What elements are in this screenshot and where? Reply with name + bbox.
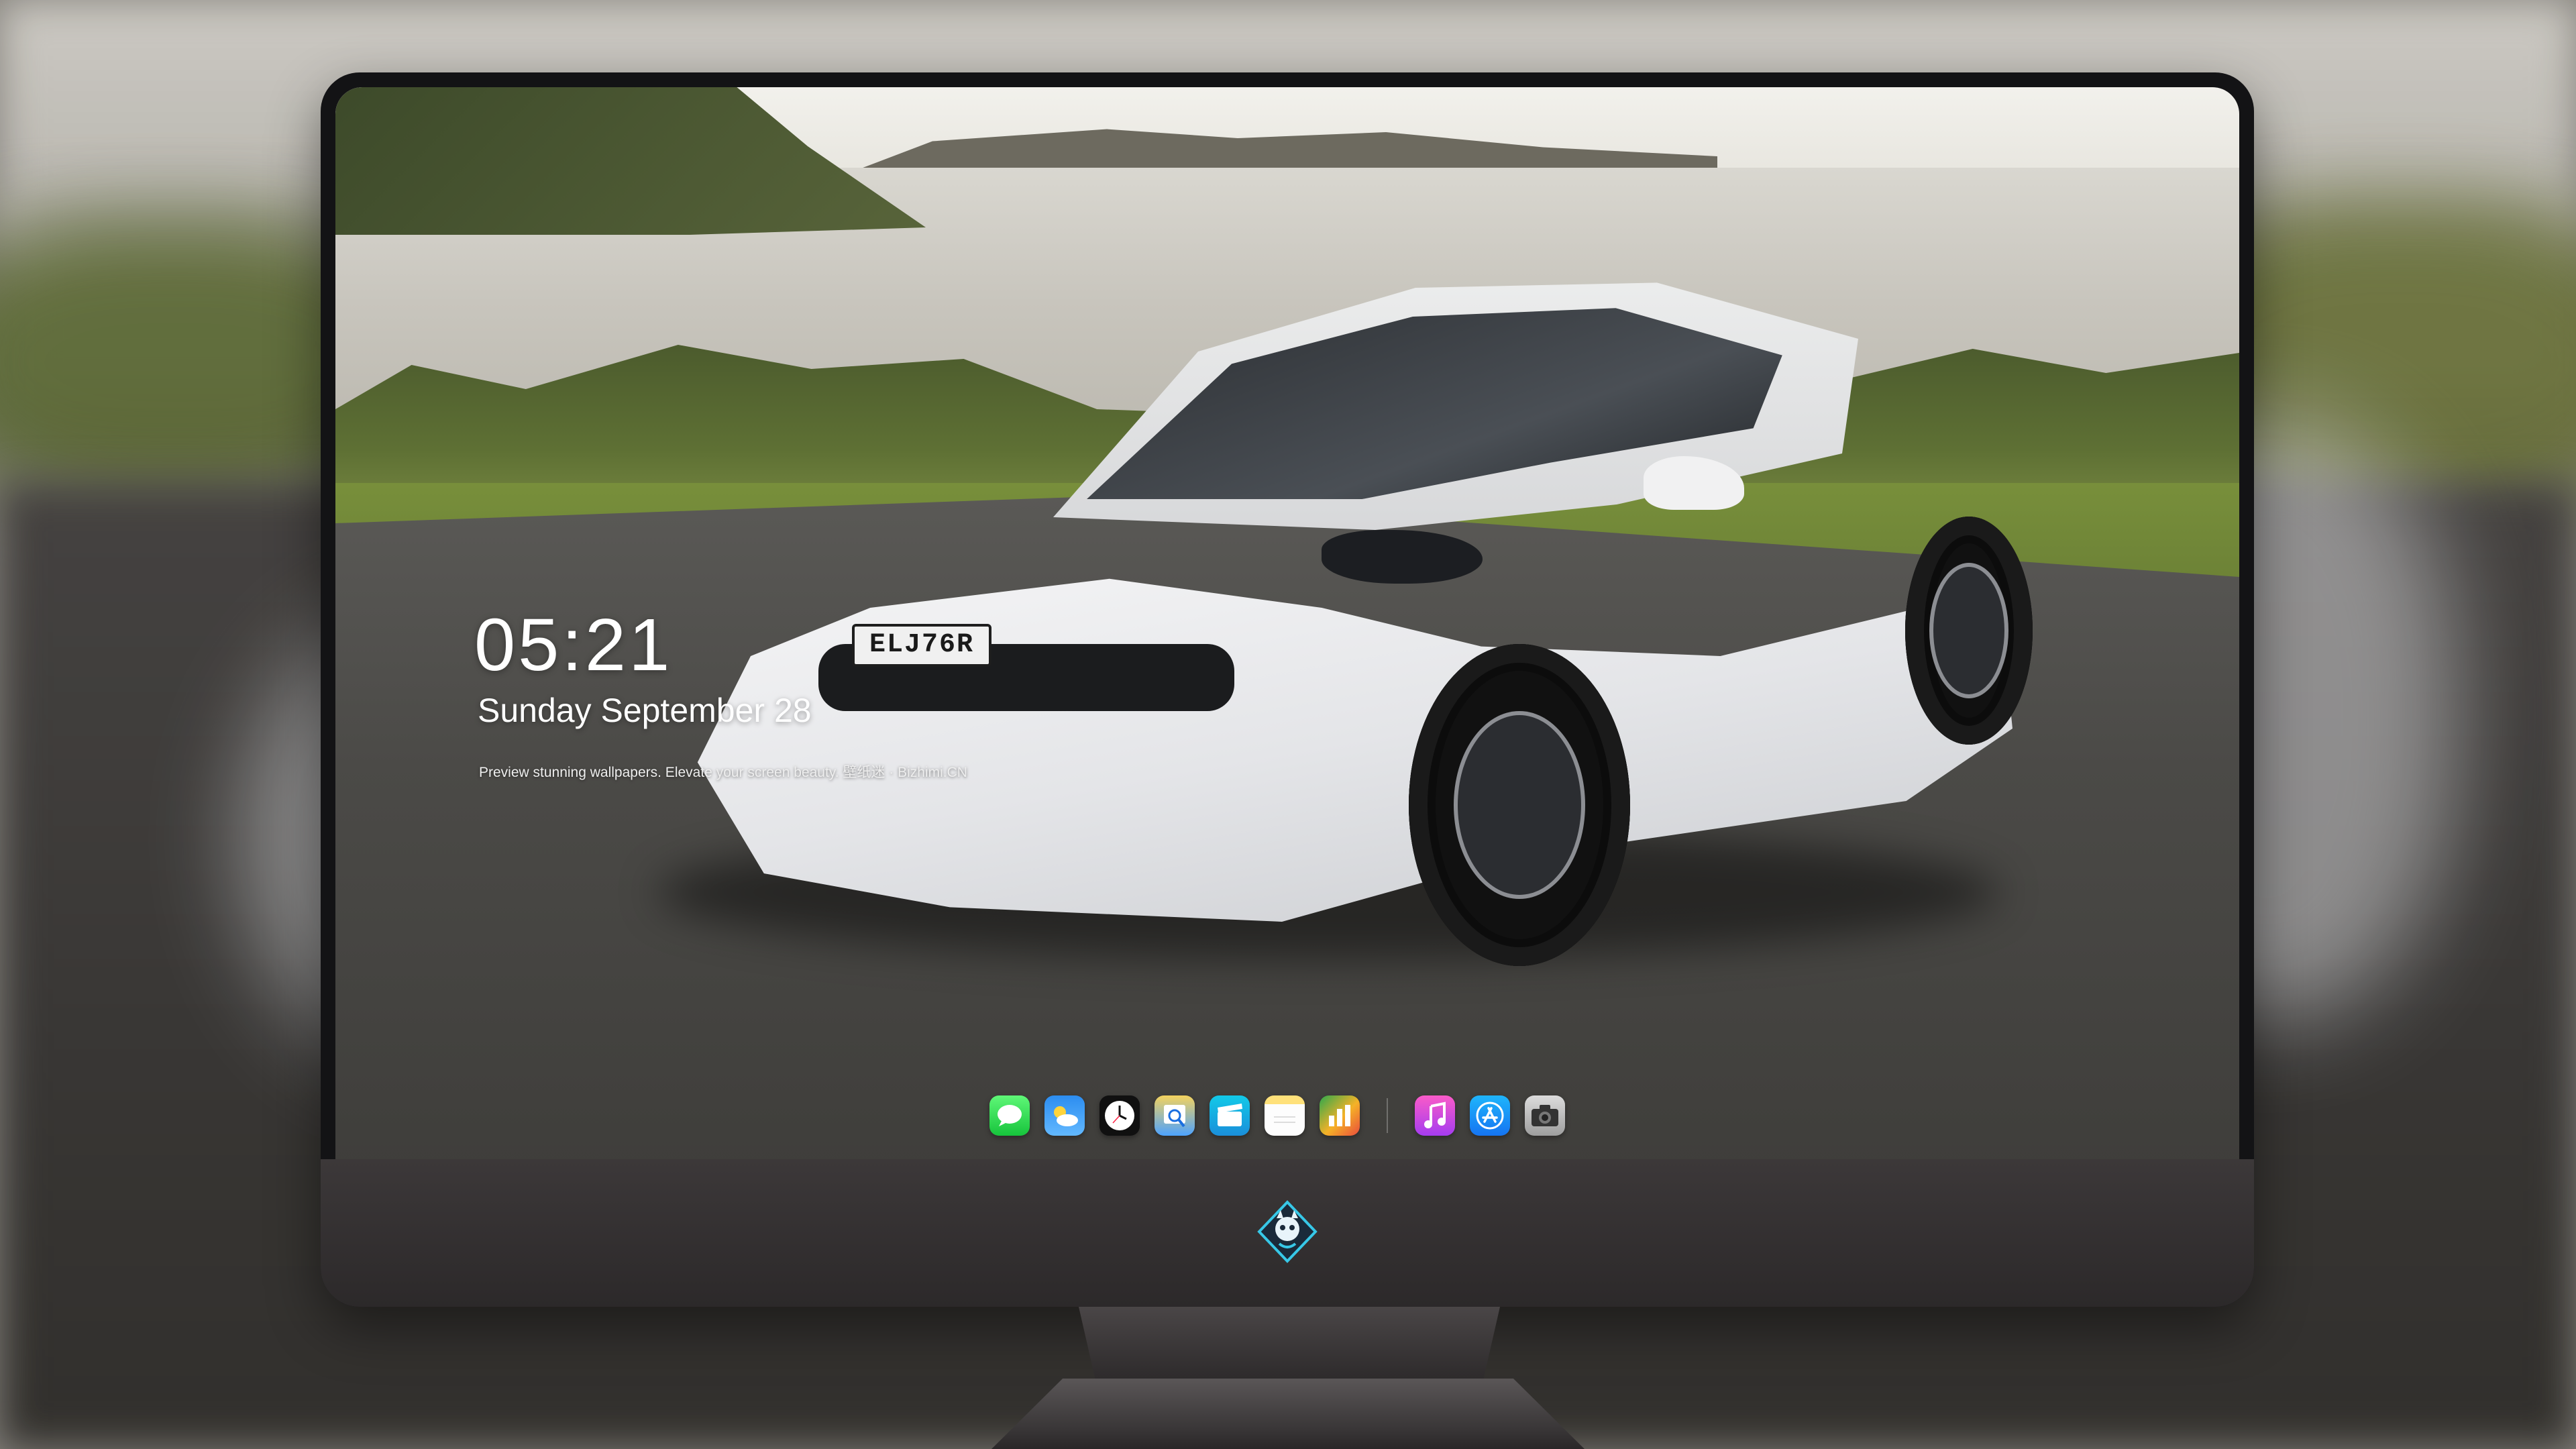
monitor-stand-neck [1079, 1307, 1500, 1381]
monitor: ELJ76R 05:21 Sunday September 28 Preview… [321, 72, 2254, 1307]
numbers-icon[interactable] [1320, 1095, 1360, 1136]
weather-icon[interactable] [1044, 1095, 1085, 1136]
clips-icon[interactable] [1210, 1095, 1250, 1136]
messages-icon[interactable] [989, 1095, 1030, 1136]
brand-logo-icon [1255, 1199, 1320, 1264]
monitor-bezel: ELJ76R 05:21 Sunday September 28 Preview… [321, 72, 2254, 1307]
monitor-stand-base [991, 1379, 1585, 1449]
lock-screen: ELJ76R 05:21 Sunday September 28 Preview… [335, 87, 2239, 1159]
clock-icon[interactable] [1099, 1095, 1140, 1136]
app-store-icon[interactable] [1470, 1095, 1510, 1136]
car-front-wheel [1409, 644, 1630, 966]
preview-icon[interactable] [1155, 1095, 1195, 1136]
license-plate: ELJ76R [852, 624, 991, 667]
dock [989, 1092, 1565, 1139]
wallpaper-tagline: Preview stunning wallpapers. Elevate you… [479, 765, 967, 780]
lock-screen-date: Sunday September 28 [478, 692, 812, 729]
dock-separator [1387, 1098, 1388, 1133]
notes-icon[interactable] [1265, 1095, 1305, 1136]
camera-icon[interactable] [1525, 1095, 1565, 1136]
music-icon[interactable] [1415, 1095, 1455, 1136]
car-rear-wheel [1905, 517, 2033, 745]
lock-screen-time: 05:21 [474, 604, 673, 686]
